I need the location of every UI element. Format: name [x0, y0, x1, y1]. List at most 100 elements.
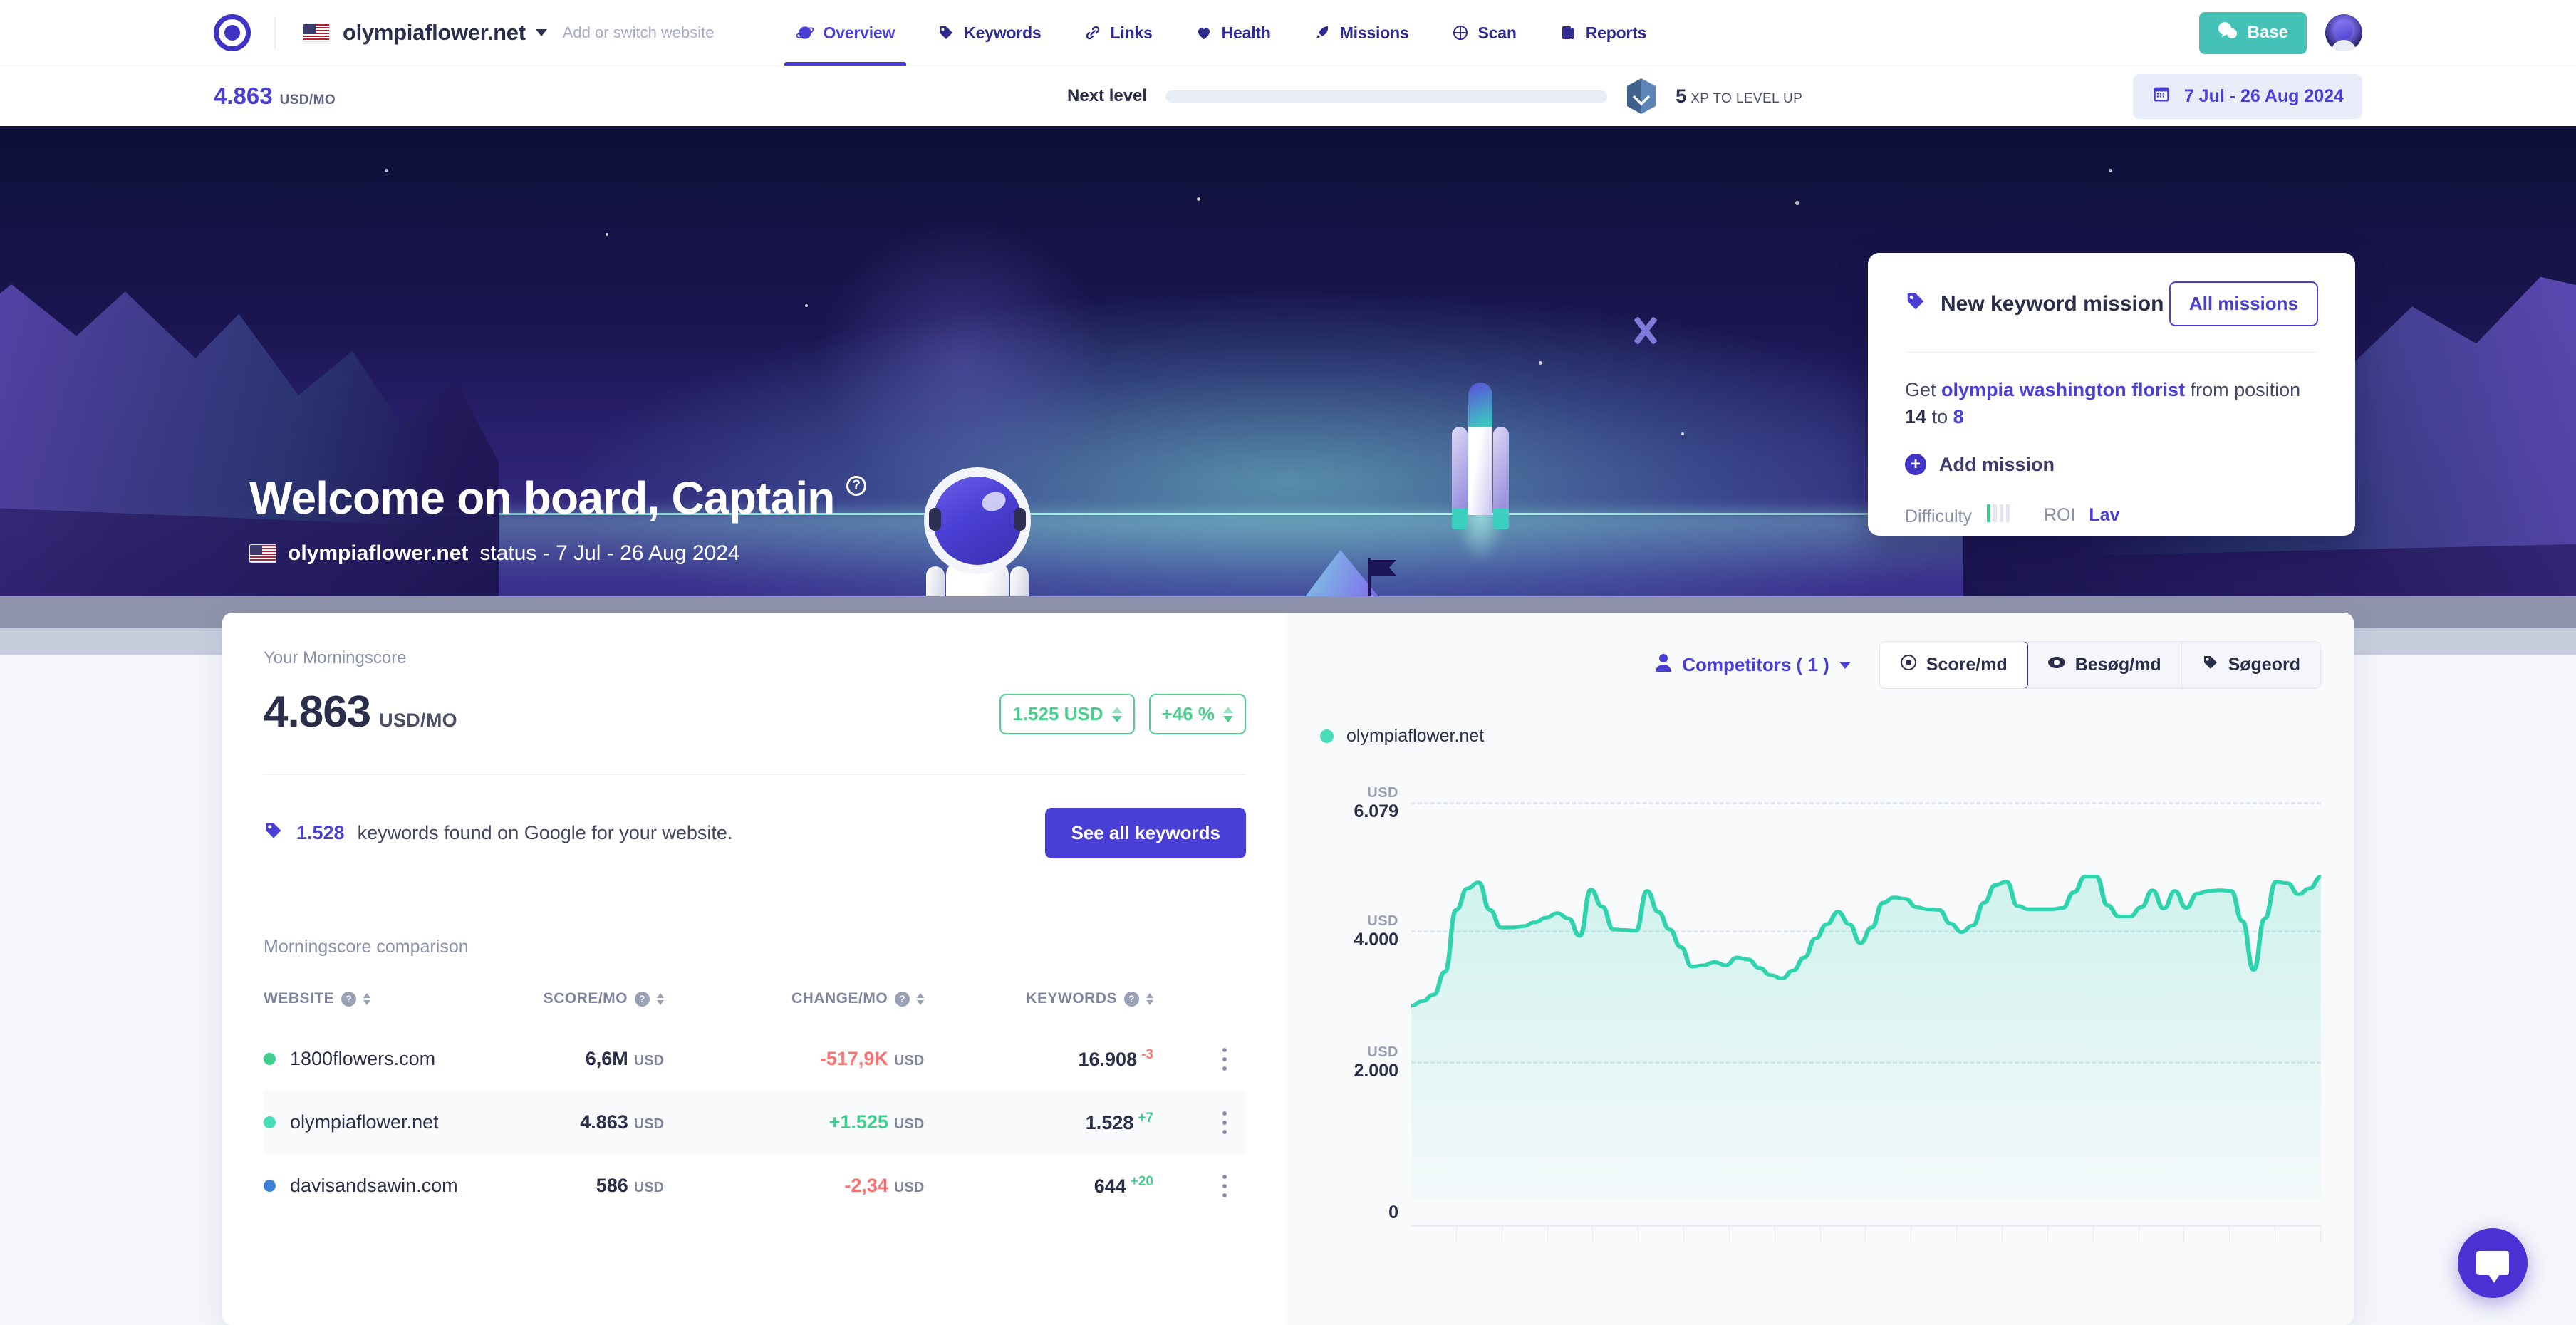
difficulty-meter — [1986, 504, 2010, 522]
table-row[interactable]: olympiaflower.net 4.863 USD +1.525 USD 1.5… — [264, 1091, 1246, 1154]
table-row[interactable]: davisandsawin.com 586 USD -2,34 USD 644 +20 — [264, 1154, 1246, 1217]
row-website-name: olympiaflower.net — [290, 1111, 439, 1133]
column-header-change[interactable]: CHANGE/MO ? — [749, 990, 988, 1027]
competitors-dropdown[interactable]: Competitors ( 1 ) — [1655, 653, 1851, 677]
y-axis-label-zero: 0 — [1320, 1202, 1398, 1223]
astronaut-torso — [946, 561, 1009, 596]
help-icon[interactable]: ? — [341, 991, 357, 1007]
tab-overview[interactable]: Overview — [774, 0, 917, 66]
row-menu-icon[interactable] — [1203, 1174, 1246, 1197]
help-icon[interactable]: ? — [1124, 991, 1139, 1007]
column-label: SCORE/MO — [543, 990, 628, 1007]
difficulty-bar — [1993, 504, 1997, 522]
site-selector[interactable]: olympiaflower.net Add or switch website — [303, 20, 715, 46]
column-header-score[interactable]: SCORE/MO ? — [499, 990, 749, 1027]
comparison-table-head: WEBSITE ? SCORE/MO ? CHANGE/MO ? KEYWORD… — [264, 990, 1246, 1027]
row-keywords-delta: +20 — [1130, 1174, 1153, 1189]
mission-description: Get olympia washington florist from posi… — [1905, 377, 2318, 431]
segment-score-per-month[interactable]: Score/md — [1879, 642, 2028, 688]
base-button[interactable]: Base — [2198, 11, 2307, 54]
morningscore-unit: USD/MO — [379, 710, 457, 731]
tab-label: Scan — [1477, 23, 1517, 42]
column-label: CHANGE/MO — [791, 990, 888, 1007]
sort-arrows-icon[interactable] — [1146, 992, 1153, 1005]
tab-missions[interactable]: Missions — [1292, 0, 1430, 66]
help-icon[interactable]: ? — [895, 991, 910, 1007]
difficulty-bar — [1986, 504, 1990, 522]
column-header-website[interactable]: WEBSITE ? — [264, 990, 499, 1027]
table-row[interactable]: 1800flowers.com 6,6M USD -517,9K USD 16.90… — [264, 1027, 1246, 1091]
y-axis-value: 0 — [1388, 1202, 1398, 1222]
add-mission-label: Add mission — [1939, 453, 2055, 475]
morningscore-chips: 1.525 USD +46 % — [999, 694, 1246, 734]
comparison-title: Morningscore comparison — [264, 937, 469, 957]
tab-reports[interactable]: Reports — [1538, 0, 1668, 66]
y-axis-value: 4.000 — [1354, 930, 1398, 950]
report-icon — [1559, 24, 1577, 41]
comparison-table-body: 1800flowers.com 6,6M USD -517,9K USD 16.90… — [264, 1027, 1246, 1217]
chart-legend: olympiaflower.net — [1320, 726, 2321, 747]
morningscore-value: 4.863 — [264, 687, 371, 737]
tab-health[interactable]: Health — [1174, 0, 1292, 66]
table-header-row: WEBSITE ? SCORE/MO ? CHANGE/MO ? KEYWORD… — [264, 990, 1246, 1027]
sort-arrows-icon[interactable] — [917, 992, 925, 1005]
comparison-table: WEBSITE ? SCORE/MO ? CHANGE/MO ? KEYWORD… — [264, 990, 1246, 1217]
segment-visits-per-month[interactable]: Besøg/md — [2027, 642, 2182, 688]
row-menu-icon[interactable] — [1203, 1047, 1246, 1071]
date-range-picker[interactable]: 7 Jul - 26 Aug 2024 — [2132, 73, 2362, 119]
cell-actions[interactable] — [1203, 1091, 1246, 1154]
morningscore-logo-icon[interactable] — [214, 14, 251, 51]
rocket-fin-right — [1493, 508, 1509, 529]
cell-website: 1800flowers.com — [264, 1027, 499, 1091]
y-axis-unit: USD — [1367, 1044, 1398, 1060]
astronaut-illustration — [920, 477, 1034, 596]
mission-keyword[interactable]: olympia washington florist — [1941, 379, 2185, 400]
help-icon[interactable]: ? — [635, 991, 650, 1007]
chip-absolute-change: 1.525 USD — [999, 694, 1135, 734]
difficulty-label: Difficulty — [1905, 506, 1973, 526]
column-header-keywords[interactable]: KEYWORDS ? — [988, 990, 1203, 1027]
sort-arrows-icon[interactable] — [363, 992, 371, 1005]
tab-label: Reports — [1585, 23, 1647, 42]
hero-title-row: Welcome on board, Captain ? — [249, 472, 866, 524]
star — [385, 169, 388, 172]
tab-label: Overview — [823, 23, 895, 42]
segment-keywords[interactable]: Søgeord — [2182, 642, 2320, 688]
planet-icon — [796, 24, 814, 42]
satellite-icon — [1630, 315, 1661, 346]
help-icon[interactable]: ? — [846, 476, 866, 496]
cell-keywords: 16.908 -3 — [988, 1027, 1203, 1091]
us-flag-icon — [303, 24, 330, 42]
tab-keywords[interactable]: Keywords — [916, 0, 1062, 66]
roi-label: ROI — [2043, 505, 2076, 526]
chat-widget-button[interactable] — [2458, 1228, 2528, 1298]
row-website-name: 1800flowers.com — [290, 1048, 436, 1069]
row-score: 586 — [596, 1175, 628, 1196]
hero-subtitle: olympiaflower.net status - 7 Jul - 26 Au… — [249, 541, 866, 566]
tab-links[interactable]: Links — [1063, 0, 1174, 66]
chevron-down-icon[interactable] — [535, 29, 547, 36]
sort-arrows-icon[interactable] — [657, 992, 664, 1005]
morningscore-score-row: 4.863 USD/MO 1.525 USD +46 % — [264, 687, 1246, 737]
legend-color-dot — [1320, 729, 1334, 743]
segment-label: Besøg/md — [2074, 655, 2161, 675]
row-menu-icon[interactable] — [1203, 1111, 1246, 1134]
see-all-keywords-button[interactable]: See all keywords — [1045, 808, 1246, 858]
all-missions-button[interactable]: All missions — [2169, 281, 2318, 326]
cell-actions[interactable] — [1203, 1154, 1246, 1217]
chart-area-fill — [1411, 876, 2321, 1200]
difficulty-bar — [2005, 504, 2010, 522]
series-color-dot — [264, 1053, 276, 1065]
astronaut-arm-right — [1010, 566, 1029, 596]
cell-actions[interactable] — [1203, 1027, 1246, 1091]
chat-bubbles-icon — [2218, 21, 2238, 45]
nav-divider — [275, 16, 276, 49]
user-avatar[interactable] — [2325, 14, 2362, 51]
chart-plot — [1411, 765, 2321, 1225]
rocket-illustration — [1446, 383, 1515, 565]
cell-keywords: 644 +20 — [988, 1154, 1203, 1217]
tab-scan[interactable]: Scan — [1430, 0, 1538, 66]
add-mission-button[interactable]: + Add mission — [1905, 454, 2318, 476]
add-or-switch-website-link[interactable]: Add or switch website — [563, 24, 715, 42]
row-score-unit: USD — [633, 1116, 664, 1132]
